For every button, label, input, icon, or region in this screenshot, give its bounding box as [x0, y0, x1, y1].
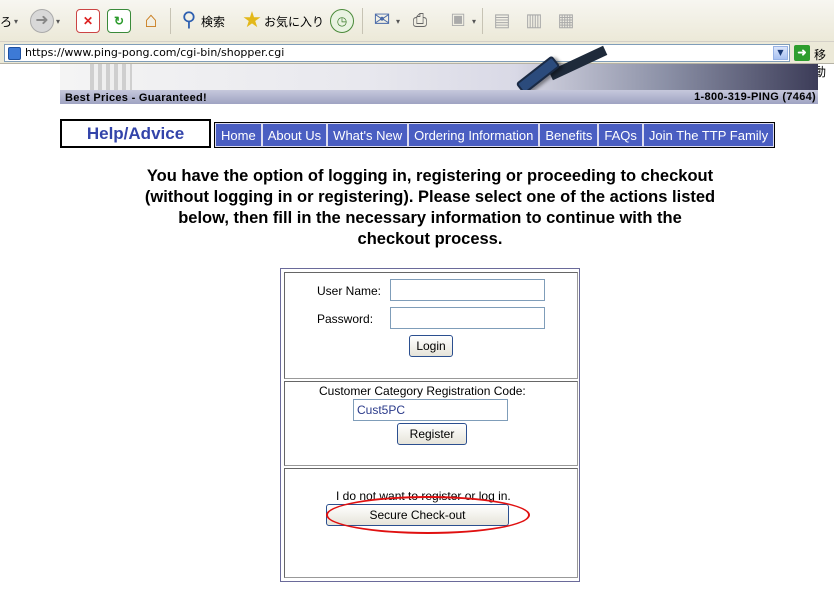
- back-label: ろ: [0, 14, 13, 29]
- help-advice-label: Help/Advice: [86, 124, 185, 143]
- search-label: 検索: [201, 14, 226, 29]
- discuss-icon: ▥: [525, 10, 543, 30]
- password-label: Password:: [317, 312, 374, 326]
- registration-code-input[interactable]: Cust5PC: [353, 399, 508, 421]
- address-url: https://www.ping-pong.com/cgi-bin/shoppe…: [25, 46, 285, 59]
- messenger-button[interactable]: ▦: [554, 7, 578, 35]
- messenger-icon: ▦: [557, 10, 575, 30]
- print-button[interactable]: ⎙: [408, 7, 432, 35]
- nav-faqs[interactable]: FAQs: [598, 123, 643, 147]
- login-button[interactable]: Login: [409, 335, 453, 357]
- checkout-options-panel: User Name: Password: Login Customer Cate…: [280, 268, 580, 582]
- toolbar-divider: [170, 8, 171, 34]
- refresh-button[interactable]: ↻: [107, 7, 131, 35]
- address-input[interactable]: https://www.ping-pong.com/cgi-bin/shoppe…: [4, 44, 790, 62]
- site-banner: Best Prices - Guaranteed! 1-800-319-PING…: [0, 45, 834, 104]
- star-icon: ★: [242, 7, 262, 32]
- edit-button[interactable]: ▣ ▾: [446, 7, 476, 35]
- search-button[interactable]: ⚲ 検索: [177, 7, 225, 35]
- history-icon: ◷: [330, 9, 354, 33]
- help-advice-button[interactable]: Help/Advice: [60, 119, 211, 148]
- home-icon: ⌂: [144, 7, 158, 32]
- mail-icon: ✉: [373, 9, 391, 31]
- nav-ordering-information[interactable]: Ordering Information: [408, 123, 540, 147]
- stop-icon: ✕: [76, 9, 100, 33]
- phone-number: 1-800-319-PING (7464): [694, 91, 816, 103]
- stop-button[interactable]: ✕: [76, 7, 100, 35]
- address-dropdown-icon[interactable]: ▼: [773, 46, 788, 60]
- go-arrow-icon[interactable]: ➜: [794, 45, 810, 61]
- checkout-instructions: You have the option of logging in, regis…: [144, 167, 716, 248]
- browser-toolbar: ろ ▾ ➜ ▾ ✕ ↻ ⌂ ⚲ 検索 ★ お気に入り ◷ ✉ ▾ ⎙ ▣ ▾ ▤ ▥ ▦: [0, 0, 834, 42]
- nav-home[interactable]: Home: [215, 123, 262, 147]
- nav-about-us[interactable]: About Us: [261, 123, 328, 147]
- research-button[interactable]: ▤: [490, 7, 514, 35]
- forward-dropdown-icon[interactable]: ▾: [56, 17, 60, 26]
- discuss-button[interactable]: ▥: [522, 7, 546, 35]
- favorites-label: お気に入り: [264, 14, 325, 29]
- address-bar: https://www.ping-pong.com/cgi-bin/shoppe…: [0, 42, 834, 79]
- back-dropdown-icon[interactable]: ▾: [14, 17, 18, 26]
- nav-whats-new[interactable]: What's New: [327, 123, 409, 147]
- toolbar-divider: [362, 8, 363, 34]
- username-input[interactable]: [390, 279, 545, 301]
- nav-benefits[interactable]: Benefits: [539, 123, 599, 147]
- nav-join-ttp-family[interactable]: Join The TTP Family: [642, 123, 775, 147]
- research-icon: ▤: [493, 10, 511, 30]
- username-label: User Name:: [317, 284, 382, 298]
- history-button[interactable]: ◷: [330, 7, 354, 35]
- toolbar-divider: [482, 8, 483, 34]
- search-icon: ⚲: [181, 9, 197, 31]
- main-nav: Home About Us What's New Ordering Inform…: [214, 122, 776, 148]
- printer-icon: ⎙: [412, 10, 428, 30]
- password-input[interactable]: [390, 307, 545, 329]
- home-button[interactable]: ⌂: [139, 7, 163, 35]
- registration-code-label: Customer Category Registration Code:: [319, 384, 526, 398]
- refresh-icon: ↻: [107, 9, 131, 33]
- mail-dropdown-icon[interactable]: ▾: [396, 17, 400, 26]
- login-section: User Name: Password: Login: [284, 272, 578, 379]
- page-icon: [8, 47, 21, 60]
- banner-image: [60, 64, 818, 90]
- edit-dropdown-icon[interactable]: ▾: [472, 17, 476, 26]
- tagline: Best Prices - Guaranteed!: [65, 92, 207, 104]
- favorites-button[interactable]: ★ お気に入り: [240, 7, 324, 35]
- forward-arrow-icon: ➜: [30, 9, 54, 33]
- registration-section: Customer Category Registration Code: Cus…: [284, 381, 578, 466]
- highlight-circle: [326, 496, 530, 534]
- mail-button[interactable]: ✉ ▾: [370, 7, 400, 35]
- banner-graphic: [90, 64, 132, 90]
- back-button[interactable]: ろ ▾: [0, 7, 18, 35]
- register-button[interactable]: Register: [397, 423, 467, 445]
- forward-button[interactable]: ➜ ▾: [30, 7, 60, 35]
- edit-icon: ▣: [450, 11, 466, 28]
